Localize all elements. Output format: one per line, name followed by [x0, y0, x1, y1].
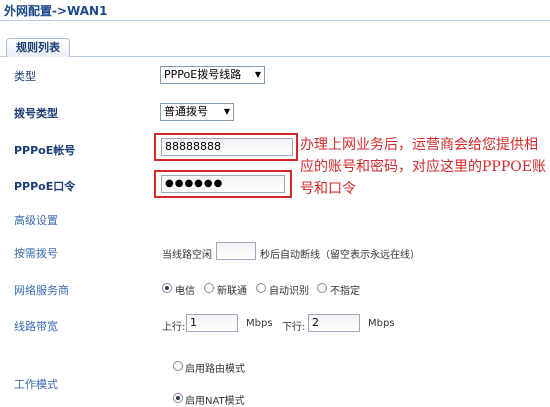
type-select-value: PPPoE拨号线路 — [164, 68, 242, 81]
tab-strip: 规则列表 — [0, 38, 550, 58]
isp-radio-telecom[interactable] — [162, 283, 172, 293]
work-mode-option-label: 启用路由模式 — [185, 364, 245, 375]
type-select[interactable]: PPPoE拨号线路 ▼ — [160, 66, 265, 84]
isp-radio-auto-detect[interactable] — [256, 283, 266, 293]
upload-unit: Mbps — [246, 318, 273, 329]
work-mode-radio-nat[interactable] — [173, 393, 183, 403]
isp-label: 网络服务商 — [14, 284, 69, 297]
password-input[interactable]: ●●●●●● — [161, 175, 285, 193]
idle-prefix-text: 当线路空闲 — [162, 250, 212, 261]
download-label: 下行: — [282, 322, 306, 333]
annotation-text: 办理上网业务后，运营商会给您提供相应的账号和密码，对应这里的PPPOE账号和口令 — [300, 137, 546, 197]
password-label: PPPoE口令 — [14, 180, 76, 193]
isp-option-label: 电信 — [175, 286, 195, 297]
download-unit: Mbps — [368, 318, 395, 329]
dial-type-select-value: 普通拨号 — [164, 105, 208, 118]
isp-option-label: 自动识别 — [269, 286, 309, 297]
work-mode-radio-router[interactable] — [173, 361, 183, 371]
account-label: PPPoE帐号 — [14, 144, 76, 157]
work-mode-label: 工作模式 — [14, 378, 58, 391]
upload-label: 上行: — [162, 322, 186, 333]
advanced-settings-label: 高级设置 — [14, 214, 58, 227]
on-demand-label: 按需拨号 — [14, 247, 58, 260]
page-title: 外网配置->WAN1 — [4, 4, 108, 18]
download-input[interactable]: 2 — [308, 314, 360, 332]
isp-radio-new-unicom[interactable] — [204, 283, 214, 293]
config-panel — [0, 57, 550, 400]
isp-radio-unspecified[interactable] — [317, 283, 327, 293]
isp-option-label: 新联通 — [217, 286, 247, 297]
type-label: 类型 — [14, 70, 36, 83]
account-input[interactable]: 88888888 — [161, 138, 293, 156]
upload-input[interactable]: 1 — [186, 314, 238, 332]
chevron-down-icon: ▼ — [254, 70, 261, 79]
idle-seconds-input[interactable] — [216, 242, 256, 260]
dial-type-select[interactable]: 普通拨号 ▼ — [160, 103, 234, 121]
isp-option-label: 不指定 — [330, 286, 360, 297]
bandwidth-label: 线路带宽 — [14, 320, 58, 333]
idle-suffix-text: 秒后自动断线（留空表示永远在线） — [260, 250, 420, 261]
title-divider — [0, 20, 550, 21]
tab-rule-list[interactable]: 规则列表 — [6, 38, 70, 58]
chevron-down-icon: ▼ — [223, 107, 230, 116]
dial-type-label: 拨号类型 — [14, 107, 58, 120]
